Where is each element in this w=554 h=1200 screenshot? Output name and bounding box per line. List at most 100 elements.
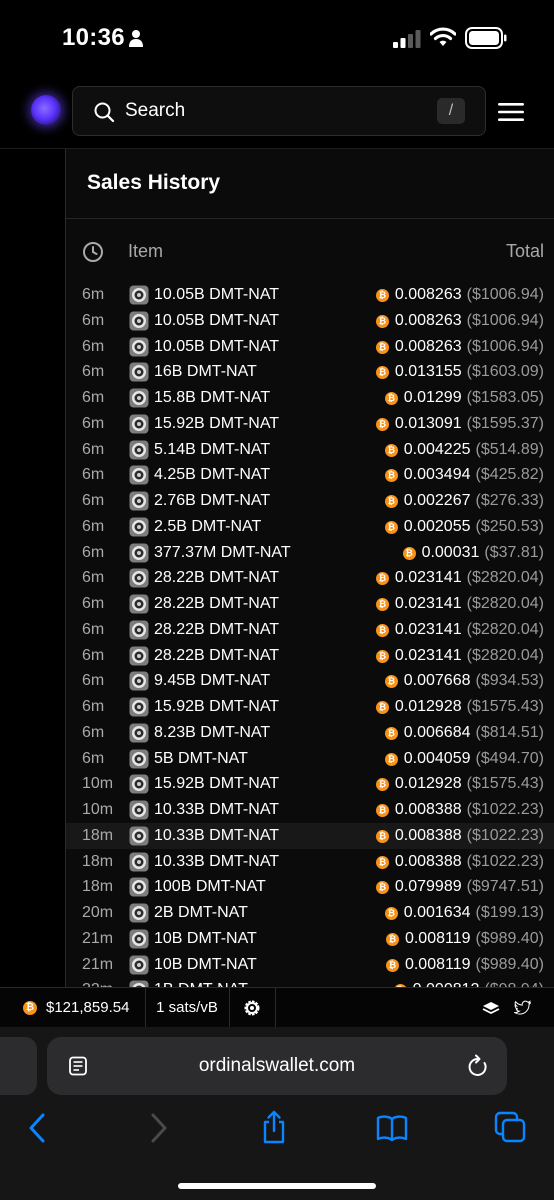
sale-total: ₿ 0.008263 ($1006.94) bbox=[375, 308, 544, 334]
sale-item[interactable]: 9.45B DMT-NAT bbox=[154, 668, 270, 694]
address-bar[interactable]: ordinalswallet.com bbox=[47, 1037, 507, 1095]
sale-item[interactable]: 28.22B DMT-NAT bbox=[154, 565, 279, 591]
sale-time: 6m bbox=[82, 620, 105, 638]
sales-row[interactable]: 10m 15.92B DMT-NAT ₿ 0.012928 ($1575.43) bbox=[66, 771, 554, 797]
column-header-item[interactable]: Item bbox=[128, 241, 163, 262]
token-icon bbox=[129, 903, 149, 923]
sale-item[interactable]: 16B DMT-NAT bbox=[154, 359, 257, 385]
sales-row[interactable]: 6m 10.05B DMT-NAT ₿ 0.008263 ($1006.94) bbox=[66, 334, 554, 360]
sales-row[interactable]: 6m 5B DMT-NAT ₿ 0.004059 ($494.70) bbox=[66, 746, 554, 772]
sale-item[interactable]: 15.92B DMT-NAT bbox=[154, 771, 279, 797]
sale-item[interactable]: 10.33B DMT-NAT bbox=[154, 797, 279, 823]
sales-row[interactable]: 6m 2.76B DMT-NAT ₿ 0.002267 ($276.33) bbox=[66, 488, 554, 514]
sale-total: ₿ 0.00031 ($37.81) bbox=[402, 540, 544, 566]
sales-row[interactable]: 20m 2B DMT-NAT ₿ 0.001634 ($199.13) bbox=[66, 900, 554, 926]
sale-item[interactable]: 28.22B DMT-NAT bbox=[154, 643, 279, 669]
sale-item[interactable]: 5B DMT-NAT bbox=[154, 746, 248, 772]
sales-row[interactable]: 18m 10.33B DMT-NAT ₿ 0.008388 ($1022.23) bbox=[66, 822, 554, 849]
bitcoin-icon: ₿ bbox=[375, 881, 389, 895]
settings-button[interactable] bbox=[229, 988, 276, 1028]
sale-item[interactable]: 28.22B DMT-NAT bbox=[154, 591, 279, 617]
sales-row[interactable]: 6m 15.92B DMT-NAT ₿ 0.013091 ($1595.37) bbox=[66, 411, 554, 437]
sale-time: 6m bbox=[82, 492, 105, 509]
sales-row[interactable]: 6m 377.37M DMT-NAT ₿ 0.00031 ($37.81) bbox=[66, 540, 554, 566]
sales-row[interactable]: 6m 28.22B DMT-NAT ₿ 0.023141 ($2820.04) bbox=[66, 643, 554, 669]
sale-item[interactable]: 10.05B DMT-NAT bbox=[154, 282, 279, 308]
ordinals-wallet-logo[interactable] bbox=[31, 95, 61, 125]
sale-item[interactable]: 4.25B DMT-NAT bbox=[154, 462, 270, 488]
sale-time: 18m bbox=[82, 852, 114, 870]
sale-item[interactable]: 2B DMT-NAT bbox=[154, 900, 248, 926]
sale-item[interactable]: 5.14B DMT-NAT bbox=[154, 437, 270, 463]
sales-row[interactable]: 6m 16B DMT-NAT ₿ 0.013155 ($1603.09) bbox=[66, 359, 554, 385]
sales-row[interactable]: 6m 10.05B DMT-NAT ₿ 0.008263 ($1006.94) bbox=[66, 282, 554, 308]
sale-time: 6m bbox=[82, 389, 105, 406]
reader-icon[interactable] bbox=[68, 1056, 88, 1076]
sales-row[interactable]: 6m 15.92B DMT-NAT ₿ 0.012928 ($1575.43) bbox=[66, 694, 554, 720]
sales-row[interactable]: 18m 100B DMT-NAT ₿ 0.079989 ($9747.51) bbox=[66, 874, 554, 900]
search-input[interactable]: Search bbox=[125, 87, 185, 135]
sale-item[interactable]: 10B DMT-NAT bbox=[154, 952, 257, 978]
sales-row[interactable]: 6m 15.8B DMT-NAT ₿ 0.01299 ($1583.05) bbox=[66, 385, 554, 411]
token-icon bbox=[129, 671, 149, 691]
tabs-icon[interactable] bbox=[494, 1111, 526, 1143]
sale-item[interactable]: 10B DMT-NAT bbox=[154, 926, 257, 952]
sale-item[interactable]: 8.23B DMT-NAT bbox=[154, 720, 270, 746]
sale-item[interactable]: 15.8B DMT-NAT bbox=[154, 385, 270, 411]
share-icon[interactable] bbox=[260, 1110, 288, 1144]
sale-total: ₿ 0.023141 ($2820.04) bbox=[375, 617, 544, 643]
sale-time: 22m bbox=[82, 977, 113, 987]
sale-usd-amount: ($1022.23) bbox=[466, 852, 544, 870]
sale-item[interactable]: 10.33B DMT-NAT bbox=[154, 823, 279, 849]
bitcoin-icon: ₿ bbox=[375, 366, 389, 380]
sale-item[interactable]: 10.05B DMT-NAT bbox=[154, 308, 279, 334]
sale-item[interactable]: 15.92B DMT-NAT bbox=[154, 411, 279, 437]
bitcoin-icon: ₿ bbox=[375, 598, 389, 611]
sales-row[interactable]: 6m 28.22B DMT-NAT ₿ 0.023141 ($2820.04) bbox=[66, 591, 554, 617]
sale-btc-amount: 0.012928 bbox=[394, 698, 462, 715]
sale-item[interactable]: 1B DMT-NAT bbox=[154, 977, 248, 987]
sale-item[interactable]: 2.5B DMT-NAT bbox=[154, 514, 261, 540]
twitter-icon[interactable] bbox=[514, 1000, 531, 1016]
sales-row[interactable]: 6m 10.05B DMT-NAT ₿ 0.008263 ($1006.94) bbox=[66, 308, 554, 334]
sales-row[interactable]: 22m 1B DMT-NAT ₿0.000812($98.94) bbox=[66, 977, 554, 987]
sale-item[interactable]: 377.37M DMT-NAT bbox=[154, 540, 291, 566]
gitbook-icon[interactable] bbox=[482, 1000, 500, 1016]
back-icon[interactable] bbox=[28, 1113, 48, 1143]
sale-total: ₿0.000812($98.94) bbox=[393, 977, 544, 987]
sales-row[interactable]: 6m 4.25B DMT-NAT ₿ 0.003494 ($425.82) bbox=[66, 462, 554, 488]
token-icon bbox=[129, 388, 149, 408]
sales-row[interactable]: 21m 10B DMT-NAT ₿ 0.008119 ($989.40) bbox=[66, 926, 554, 952]
url-text[interactable]: ordinalswallet.com bbox=[47, 1037, 507, 1095]
bitcoin-icon: ₿ bbox=[375, 701, 389, 714]
sale-item[interactable]: 10.05B DMT-NAT bbox=[154, 334, 279, 360]
sales-row[interactable]: 6m 28.22B DMT-NAT ₿ 0.023141 ($2820.04) bbox=[66, 617, 554, 643]
sale-item[interactable]: 10.33B DMT-NAT bbox=[154, 849, 279, 875]
bookmarks-icon[interactable] bbox=[376, 1114, 408, 1142]
panel-divider bbox=[66, 218, 554, 219]
sale-total: ₿ 0.013155 ($1603.09) bbox=[375, 359, 544, 385]
sales-row[interactable]: 6m 5.14B DMT-NAT ₿ 0.004225 ($514.89) bbox=[66, 437, 554, 463]
sales-row[interactable]: 21m 10B DMT-NAT ₿ 0.008119 ($989.40) bbox=[66, 952, 554, 978]
sales-row[interactable]: 6m 2.5B DMT-NAT ₿ 0.002055 ($250.53) bbox=[66, 514, 554, 540]
sales-row[interactable]: 6m 9.45B DMT-NAT ₿ 0.007668 ($934.53) bbox=[66, 668, 554, 694]
search-box[interactable]: Search / bbox=[72, 86, 486, 136]
token-icon bbox=[129, 800, 149, 820]
column-header-total[interactable]: Total bbox=[506, 241, 544, 262]
menu-icon[interactable] bbox=[498, 102, 524, 122]
sale-item[interactable]: 100B DMT-NAT bbox=[154, 874, 266, 900]
sale-item[interactable]: 15.92B DMT-NAT bbox=[154, 694, 279, 720]
token-icon bbox=[129, 620, 149, 640]
sale-usd-amount: ($1603.09) bbox=[466, 363, 544, 381]
sales-row[interactable]: 10m 10.33B DMT-NAT ₿ 0.008388 ($1022.23) bbox=[66, 797, 554, 823]
sale-item[interactable]: 2.76B DMT-NAT bbox=[154, 488, 270, 514]
sale-btc-amount: 0.008263 bbox=[394, 337, 462, 355]
sale-total: ₿ 0.012928 ($1575.43) bbox=[375, 771, 544, 797]
previous-tab-preview[interactable] bbox=[0, 1037, 37, 1095]
sales-row[interactable]: 6m 8.23B DMT-NAT ₿ 0.006684 ($814.51) bbox=[66, 720, 554, 746]
sale-btc-amount: 0.007668 bbox=[403, 672, 471, 690]
reload-icon[interactable] bbox=[467, 1054, 489, 1078]
sales-row[interactable]: 18m 10.33B DMT-NAT ₿ 0.008388 ($1022.23) bbox=[66, 849, 554, 875]
sale-item[interactable]: 28.22B DMT-NAT bbox=[154, 617, 279, 643]
sales-row[interactable]: 6m 28.22B DMT-NAT ₿ 0.023141 ($2820.04) bbox=[66, 565, 554, 591]
